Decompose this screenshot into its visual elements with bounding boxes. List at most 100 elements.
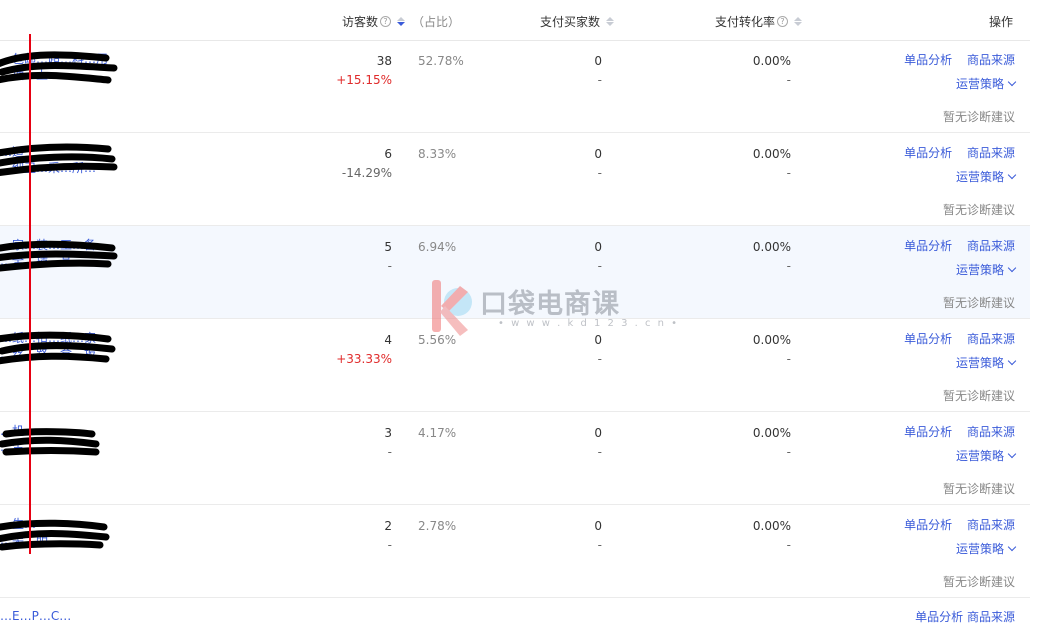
visitors-change: - <box>387 259 392 273</box>
buyers-value: 0 <box>594 240 602 254</box>
table-row: …生… …装…明… 2 - 2.78% 0 - 0.00% - 单品分析 商品来… <box>0 505 1030 598</box>
header-visitors-label: 访客数 <box>342 15 379 29</box>
share-value: 2.78% <box>418 519 457 533</box>
header-conversion[interactable]: 支付转化率 ? <box>715 13 803 30</box>
conversion-value: 0.00% <box>752 426 791 440</box>
no-advice-text: 暂无诊断建议 <box>942 482 1015 496</box>
strategy-dropdown[interactable]: 运营策略 <box>870 75 1017 92</box>
no-advice-text: 暂无诊断建议 <box>942 389 1015 403</box>
header-conversion-label: 支付转化率 <box>715 15 776 29</box>
watermark-brand: 口袋电商课 <box>480 289 620 320</box>
kd-logo-icon <box>432 280 472 336</box>
chevron-down-icon[interactable] <box>1007 542 1017 552</box>
single-analysis-link[interactable]: 单品分析 <box>904 53 952 67</box>
header-visitors[interactable]: 访客数 ? <box>342 13 406 30</box>
redaction-scribble <box>0 331 116 365</box>
visitors-value: 3 <box>384 426 392 440</box>
red-marker-line <box>29 34 31 554</box>
product-title[interactable]: …E…P…C… <box>0 608 120 624</box>
chevron-down-icon[interactable] <box>1007 356 1017 366</box>
header-buyers[interactable]: 支付买家数 <box>540 13 615 30</box>
strategy-label[interactable]: 运营策略 <box>956 542 1004 556</box>
single-analysis-link[interactable]: 单品分析 <box>904 332 952 346</box>
buyers-sub: - <box>597 538 602 552</box>
row-actions[interactable]: 单品分析 商品来源 <box>870 608 1015 625</box>
chevron-down-icon[interactable] <box>1007 77 1017 87</box>
no-advice-text: 暂无诊断建议 <box>942 296 1015 310</box>
redaction-scribble <box>0 428 100 456</box>
redaction-scribble <box>0 519 110 551</box>
header-actions: 操作 <box>989 15 1014 29</box>
watermark: 口袋电商课 • w w w . k d 1 2 3 . c n • <box>430 278 677 338</box>
strategy-label[interactable]: 运营策略 <box>956 170 1004 184</box>
single-analysis-link[interactable]: 单品分析 <box>904 425 952 439</box>
product-source-link[interactable]: 商品来源 <box>967 518 1015 532</box>
sort-icon[interactable] <box>397 17 406 26</box>
buyers-value: 0 <box>594 54 602 68</box>
product-source-link[interactable]: 商品来源 <box>967 146 1015 160</box>
no-advice-text: 暂无诊断建议 <box>942 575 1015 589</box>
conversion-sub: - <box>786 166 791 180</box>
single-analysis-link[interactable]: 单品分析 <box>904 146 952 160</box>
buyers-value: 0 <box>594 426 602 440</box>
buyers-sub: - <box>597 73 602 87</box>
buyers-cell: 0 - <box>540 426 602 459</box>
row-actions: 单品分析 商品来源 运营策略 暂无诊断建议 <box>870 516 1017 590</box>
header-buyers-label: 支付买家数 <box>540 15 601 29</box>
visitors-cell: 2 - <box>332 519 392 552</box>
share-value: 4.17% <box>418 426 457 440</box>
single-analysis-link[interactable]: 单品分析 <box>904 239 952 253</box>
visitors-cell: 38 +15.15% <box>332 54 392 87</box>
strategy-dropdown[interactable]: 运营策略 <box>870 168 1017 185</box>
strategy-dropdown[interactable]: 运营策略 <box>870 540 1017 557</box>
right-gutter <box>1030 0 1062 614</box>
no-advice-text: 暂无诊断建议 <box>942 203 1015 217</box>
conversion-cell: 0.00% - <box>700 519 791 552</box>
visitors-change: - <box>387 538 392 552</box>
chevron-down-icon[interactable] <box>1007 263 1017 273</box>
chevron-down-icon[interactable] <box>1007 449 1017 459</box>
visitors-cell: 5 - <box>332 240 392 273</box>
help-icon[interactable]: ? <box>380 16 392 27</box>
row-actions: 单品分析 商品来源 运营策略 暂无诊断建议 <box>870 237 1017 311</box>
help-icon[interactable]: ? <box>777 16 789 27</box>
redaction-scribble <box>0 143 118 176</box>
strategy-dropdown[interactable]: 运营策略 <box>870 261 1017 278</box>
table-row: …E…P…C… 单品分析 商品来源 <box>0 598 1030 638</box>
conversion-cell: 0.00% - <box>700 240 791 273</box>
strategy-label[interactable]: 运营策略 <box>956 449 1004 463</box>
buyers-cell: 0 - <box>540 240 602 273</box>
watermark-url: • w w w . k d 1 2 3 . c n • <box>498 318 680 329</box>
conversion-value: 0.00% <box>752 147 791 161</box>
conversion-sub: - <box>786 445 791 459</box>
table-row: …包邮…超…料…用 …抽…上… 38 +15.15% 52.78% 0 - 0.… <box>0 40 1030 133</box>
chevron-down-icon[interactable] <box>1007 170 1017 180</box>
conversion-sub: - <box>786 538 791 552</box>
row-actions: 单品分析 商品来源 运营策略 暂无诊断建议 <box>870 51 1017 125</box>
header-share: （占比） <box>412 15 461 29</box>
redaction-scribble <box>0 240 118 272</box>
sort-icon[interactable] <box>606 17 615 26</box>
strategy-dropdown[interactable]: 运营策略 <box>870 354 1017 371</box>
redaction-scribble <box>0 51 118 84</box>
row-actions: 单品分析 商品来源 运营策略 暂无诊断建议 <box>870 330 1017 404</box>
visitors-cell: 3 - <box>332 426 392 459</box>
table-row: …适 …细卫…采…所… 6 -14.29% 8.33% 0 - 0.00% - … <box>0 133 1030 226</box>
visitors-change: -14.29% <box>341 166 392 180</box>
strategy-label[interactable]: 运营策略 <box>956 77 1004 91</box>
product-source-link[interactable]: 商品来源 <box>967 425 1015 439</box>
sort-icon[interactable] <box>794 17 803 26</box>
product-source-link[interactable]: 商品来源 <box>967 239 1015 253</box>
visitors-value: 5 <box>384 240 392 254</box>
visitors-change: +15.15% <box>336 73 392 87</box>
visitors-value: 38 <box>376 54 392 68</box>
buyers-sub: - <box>597 352 602 366</box>
strategy-label[interactable]: 运营策略 <box>956 356 1004 370</box>
product-source-link[interactable]: 商品来源 <box>967 332 1015 346</box>
conversion-sub: - <box>786 352 791 366</box>
strategy-dropdown[interactable]: 运营策略 <box>870 447 1017 464</box>
single-analysis-link[interactable]: 单品分析 <box>904 518 952 532</box>
product-source-link[interactable]: 商品来源 <box>967 53 1015 67</box>
conversion-cell: 0.00% - <box>700 333 791 366</box>
strategy-label[interactable]: 运营策略 <box>956 263 1004 277</box>
